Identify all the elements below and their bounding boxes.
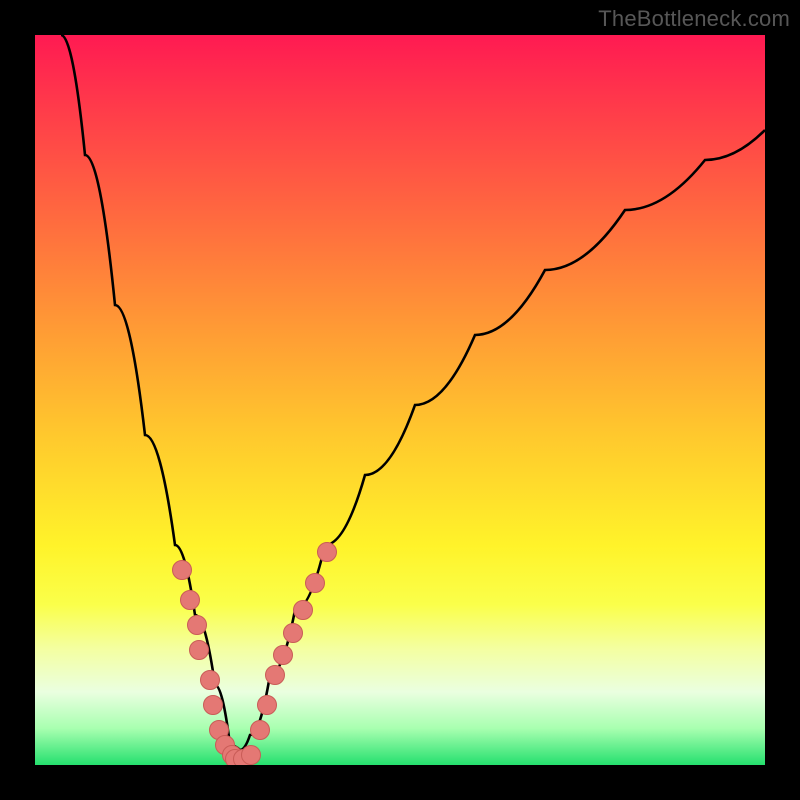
marker-dot xyxy=(284,624,303,643)
marker-dot xyxy=(190,641,209,660)
marker-dot xyxy=(251,721,270,740)
marker-dot xyxy=(204,696,223,715)
chart-frame: TheBottleneck.com xyxy=(0,0,800,800)
marker-dot xyxy=(201,671,220,690)
marker-dot xyxy=(306,574,325,593)
marker-dot xyxy=(274,646,293,665)
marker-dot xyxy=(266,666,285,685)
marker-dot xyxy=(188,616,207,635)
plot-area xyxy=(35,35,765,765)
marker-dot xyxy=(258,696,277,715)
marker-dot xyxy=(181,591,200,610)
marker-dot xyxy=(173,561,192,580)
marker-dot xyxy=(318,543,337,562)
watermark-text: TheBottleneck.com xyxy=(598,6,790,32)
bottleneck-curve xyxy=(61,35,765,750)
marker-dot xyxy=(242,746,261,765)
bottleneck-curve-svg xyxy=(35,35,765,765)
marker-dot xyxy=(294,601,313,620)
marker-group xyxy=(173,543,337,766)
